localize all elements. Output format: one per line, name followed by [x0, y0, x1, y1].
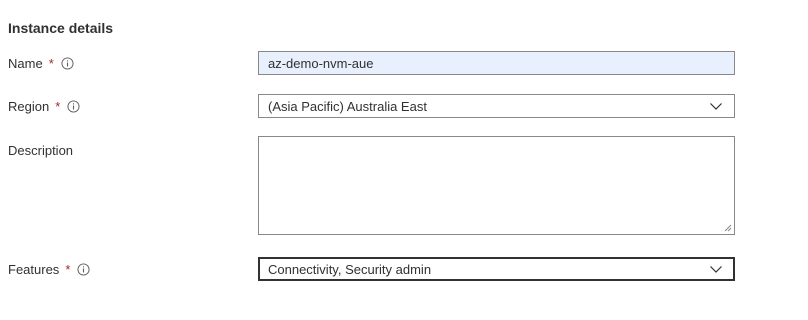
- features-label: Features: [8, 262, 60, 277]
- info-icon[interactable]: [61, 57, 74, 70]
- chevron-down-icon: [710, 266, 722, 273]
- instance-details-form: Instance details Name * az-demo-nvm-aue …: [0, 0, 808, 320]
- description-label-group: Description: [8, 143, 73, 158]
- region-label-group: Region *: [8, 99, 80, 114]
- features-selected-value: Connectivity, Security admin: [268, 261, 432, 277]
- required-asterisk: *: [48, 56, 54, 71]
- chevron-down-icon: [710, 103, 722, 110]
- section-title: Instance details: [8, 20, 114, 36]
- name-input-value: az-demo-nvm-aue: [268, 55, 374, 71]
- region-label: Region: [8, 99, 50, 114]
- resize-grip-icon[interactable]: [724, 224, 732, 232]
- description-label: Description: [8, 143, 74, 158]
- required-asterisk: *: [55, 99, 61, 114]
- info-icon[interactable]: [77, 263, 90, 276]
- required-asterisk: *: [65, 262, 71, 277]
- features-dropdown[interactable]: Connectivity, Security admin: [258, 257, 735, 281]
- name-label-group: Name *: [8, 56, 74, 71]
- info-icon[interactable]: [67, 100, 80, 113]
- description-textarea[interactable]: [258, 136, 735, 235]
- name-input[interactable]: az-demo-nvm-aue: [258, 51, 735, 75]
- region-dropdown[interactable]: (Asia Pacific) Australia East: [258, 94, 735, 118]
- region-selected-value: (Asia Pacific) Australia East: [268, 98, 427, 114]
- features-label-group: Features *: [8, 262, 90, 277]
- name-label: Name: [8, 56, 43, 71]
